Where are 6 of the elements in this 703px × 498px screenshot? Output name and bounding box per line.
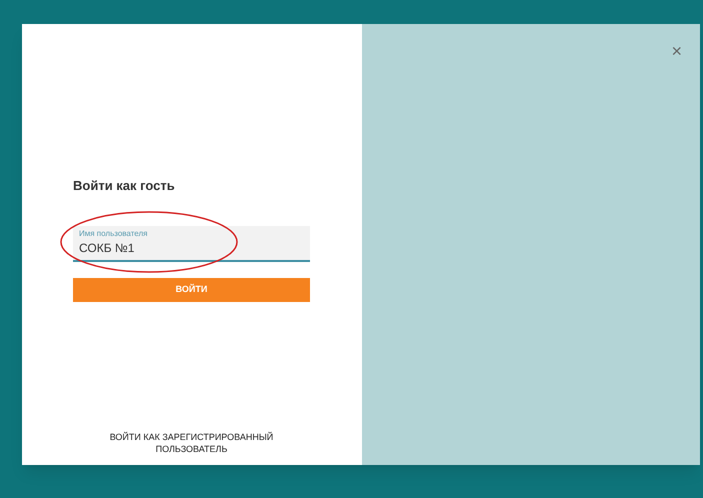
username-field[interactable]: Имя пользователя СОКБ №1 bbox=[73, 226, 310, 262]
dialog-title: Войти как гость bbox=[73, 177, 176, 195]
field-label: Имя пользователя bbox=[79, 228, 148, 238]
username-input[interactable]: СОКБ №1 bbox=[79, 238, 279, 256]
close-button[interactable]: × bbox=[671, 42, 682, 60]
registered-login-link[interactable]: ВОЙТИ КАК ЗАРЕГИСТРИРОВАННЫЙ ПОЛЬЗОВАТЕЛЬ bbox=[73, 431, 310, 455]
